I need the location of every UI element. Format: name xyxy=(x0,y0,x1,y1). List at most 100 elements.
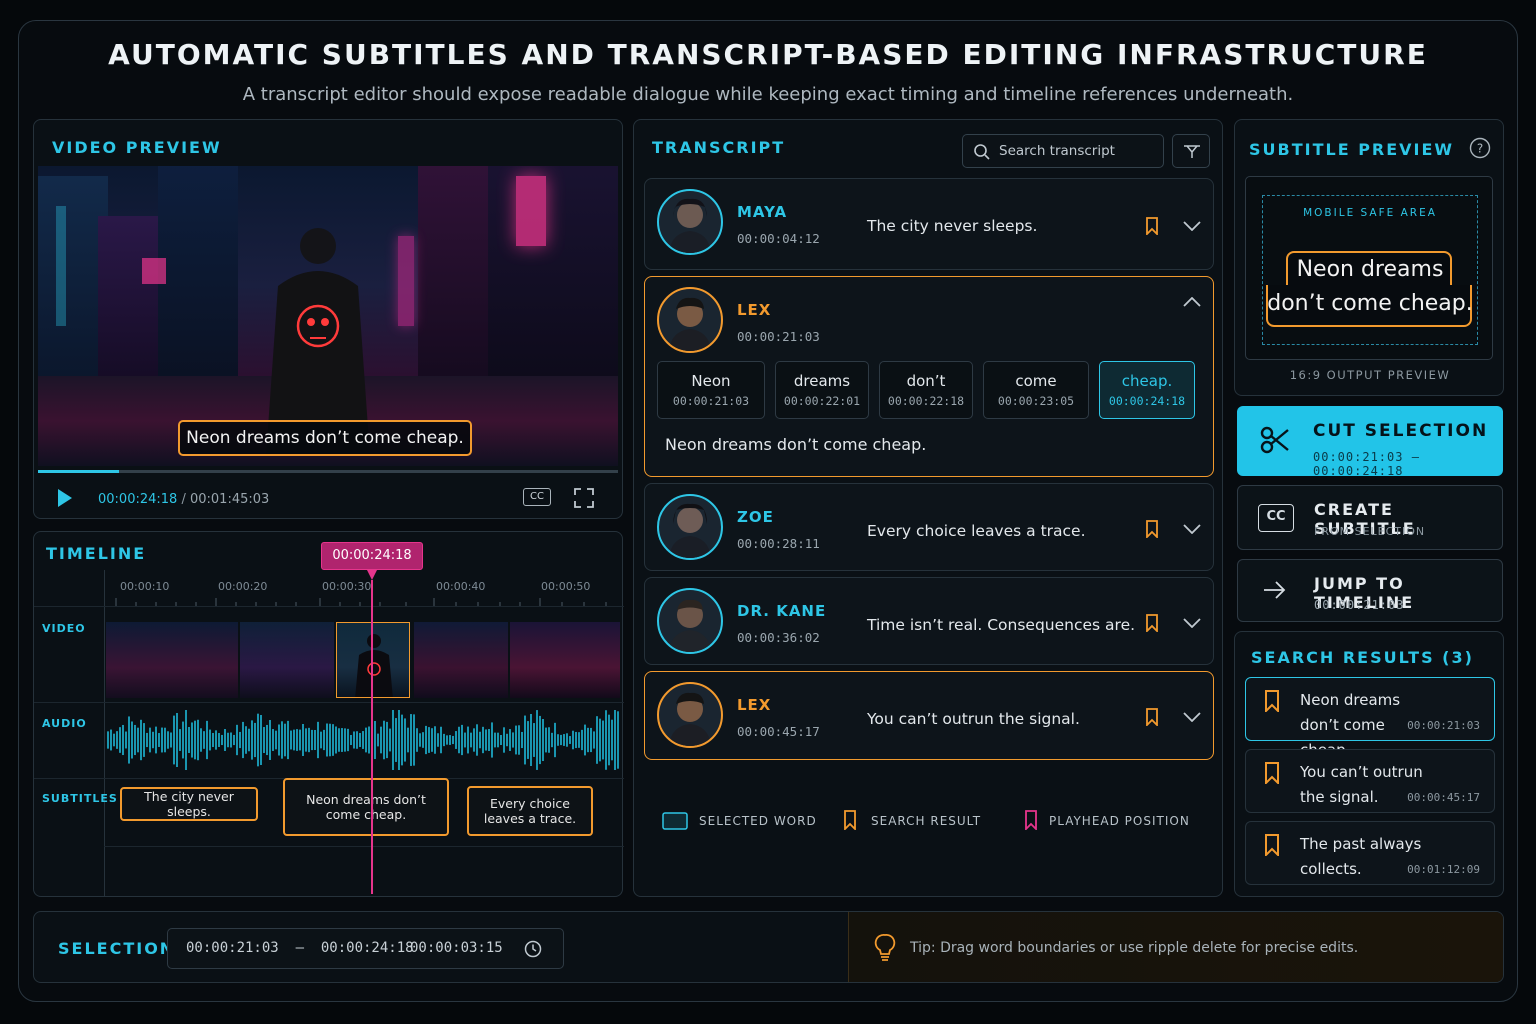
entry-text[interactable]: Time isn’t real. Consequences are. xyxy=(867,616,1135,634)
selection-label: SELECTION xyxy=(58,939,176,958)
search-result-item[interactable]: The past always collects. 00:01:12:09 xyxy=(1245,821,1495,885)
legend-selected-word: SELECTED WORD xyxy=(699,814,817,828)
filter-button[interactable] xyxy=(1172,134,1210,168)
avatar xyxy=(657,189,723,255)
word-chip-selected[interactable]: cheap. 00:00:24:18 xyxy=(1099,361,1195,419)
word-chip[interactable]: dreams 00:00:22:01 xyxy=(775,361,869,419)
subtitle-line-1: Neon dreams xyxy=(1296,257,1444,282)
play-icon[interactable] xyxy=(56,488,74,508)
subtitle-preview-panel: SUBTITLE PREVIEW ? MOBILE SAFE AREA Neon… xyxy=(1234,119,1504,396)
fullscreen-icon[interactable] xyxy=(574,488,594,508)
word-chip[interactable]: don’t 00:00:22:18 xyxy=(879,361,973,419)
chevron-down-icon[interactable] xyxy=(1183,524,1201,534)
search-result-item[interactable]: You can’t outrun the signal. 00:00:45:17 xyxy=(1245,749,1495,813)
page-title: AUTOMATIC SUBTITLES AND TRANSCRIPT-BASED… xyxy=(108,38,1428,71)
bookmark-icon xyxy=(1265,834,1279,856)
playhead-time-badge: 00:00:24:18 xyxy=(321,542,423,570)
timeline-tick: 00:00:30 xyxy=(322,580,372,593)
chevron-down-icon[interactable] xyxy=(1183,712,1201,722)
chevron-up-icon[interactable] xyxy=(1183,297,1201,307)
legend-search-result: SEARCH RESULT xyxy=(871,814,982,828)
track-label-video: VIDEO xyxy=(42,622,86,635)
entry-text[interactable]: You can’t outrun the signal. xyxy=(867,710,1080,728)
clock-icon xyxy=(524,940,542,958)
transcript-title: TRANSCRIPT xyxy=(652,138,786,157)
timeline-tick: 00:00:20 xyxy=(218,580,268,593)
create-subtitle-button[interactable]: CC CREATE SUBTITLE FROM SELECTION xyxy=(1237,485,1503,550)
timeline-ruler[interactable] xyxy=(106,598,622,606)
video-clip-thumb[interactable] xyxy=(510,622,620,698)
search-result-time: 00:01:12:09 xyxy=(1407,863,1480,876)
create-subtitle-sub: FROM SELECTION xyxy=(1314,525,1426,538)
arrow-right-icon xyxy=(1264,581,1286,599)
help-icon[interactable]: ? xyxy=(1469,137,1491,159)
video-clip-thumb[interactable] xyxy=(414,622,508,698)
search-result-time: 00:00:45:17 xyxy=(1407,791,1480,804)
search-results-panel: SEARCH RESULTS (3) Neon dreams don’t com… xyxy=(1234,631,1504,897)
video-frame[interactable]: Neon dreams don’t come cheap. xyxy=(38,166,618,466)
chevron-down-icon[interactable] xyxy=(1183,221,1201,231)
bookmark-icon[interactable] xyxy=(1145,520,1159,538)
cut-selection-button[interactable]: CUT SELECTION 00:00:21:03 – 00:00:24:18 xyxy=(1237,406,1503,478)
avatar xyxy=(657,682,723,748)
subtitle-clip-active[interactable]: Neon dreams don’t come cheap. xyxy=(283,778,449,836)
chevron-down-icon[interactable] xyxy=(1183,618,1201,628)
svg-text:?: ? xyxy=(1477,142,1483,156)
video-clip-thumb[interactable] xyxy=(240,622,334,698)
video-clip-thumb-selected[interactable] xyxy=(336,622,410,698)
video-clip-thumb[interactable] xyxy=(106,622,238,698)
entry-timestamp: 00:00:45:17 xyxy=(737,724,820,739)
search-icon xyxy=(974,144,990,160)
search-result-item-selected[interactable]: Neon dreams don’t come cheap. 00:00:21:0… xyxy=(1245,677,1495,759)
time-separator: / xyxy=(181,492,186,507)
transcript-entry-expanded[interactable]: LEX 00:00:21:03 Neon 00:00:21:03 dreams 00… xyxy=(644,276,1214,477)
track-label-audio: AUDIO xyxy=(42,717,87,730)
subtitle-preview-title: SUBTITLE PREVIEW xyxy=(1249,140,1455,159)
search-input[interactable]: Search transcript xyxy=(962,134,1164,168)
transcript-entry[interactable]: ZOE 00:00:28:11 Every choice leaves a tr… xyxy=(644,483,1214,571)
scissors-icon xyxy=(1260,426,1289,454)
selection-range: 00:00:21:03 – 00:00:24:18 xyxy=(186,940,414,956)
jump-to-timeline-time: 00:00:21:03 xyxy=(1314,598,1405,612)
page-subtitle: A transcript editor should expose readab… xyxy=(242,84,1294,105)
entry-timestamp: 00:00:36:02 xyxy=(737,630,820,645)
audio-waveform[interactable] xyxy=(106,710,622,770)
bookmark-icon[interactable] xyxy=(1145,217,1159,235)
search-results-title: SEARCH RESULTS (3) xyxy=(1251,648,1474,667)
selection-range-field[interactable]: 00:00:21:03 – 00:00:24:18 00:00:03:15 xyxy=(167,928,564,969)
selection-bar: SELECTION 00:00:21:03 – 00:00:24:18 00:0… xyxy=(33,911,1504,983)
timeline-tick: 00:00:10 xyxy=(120,580,170,593)
entry-full-text[interactable]: Neon dreams don’t come cheap. xyxy=(665,435,926,454)
search-result-time: 00:00:21:03 xyxy=(1407,719,1480,732)
timeline-tick: 00:00:40 xyxy=(436,580,486,593)
timeline-panel: TIMELINE 00:00:10 00:00:20 00:00:30 00:0… xyxy=(33,531,624,897)
video-progress-fill xyxy=(38,470,120,473)
entry-text[interactable]: Every choice leaves a trace. xyxy=(867,522,1086,540)
video-scrubber[interactable] xyxy=(38,470,618,473)
cc-toggle-button[interactable]: CC xyxy=(523,488,551,506)
avatar xyxy=(657,287,723,353)
selection-duration: 00:00:03:15 xyxy=(410,940,503,956)
word-chip[interactable]: come 00:00:23:05 xyxy=(983,361,1089,419)
transcript-entry[interactable]: DR. KANE 00:00:36:02 Time isn’t real. Co… xyxy=(644,577,1214,665)
legend-playhead-position: PLAYHEAD POSITION xyxy=(1049,814,1190,828)
entry-text[interactable]: The city never sleeps. xyxy=(867,217,1037,235)
bookmark-icon xyxy=(844,810,856,830)
entry-timestamp: 00:00:04:12 xyxy=(737,231,820,246)
bookmark-icon[interactable] xyxy=(1145,708,1159,726)
subtitle-line-2: don’t come cheap. xyxy=(1267,291,1473,316)
bookmark-icon[interactable] xyxy=(1145,614,1159,632)
cut-selection-range: 00:00:21:03 – 00:00:24:18 xyxy=(1313,450,1420,478)
track-label-subtitles: SUBTITLES xyxy=(42,792,118,805)
transcript-panel: TRANSCRIPT Search transcript MAYA 00:00:… xyxy=(633,119,1223,897)
word-chip[interactable]: Neon 00:00:21:03 xyxy=(657,361,765,419)
playhead-line[interactable] xyxy=(371,580,373,894)
jump-to-timeline-button[interactable]: JUMP TO TIMELINE 00:00:21:03 xyxy=(1237,559,1503,622)
current-time: 00:00:24:18 xyxy=(98,492,178,507)
transcript-entry-highlighted[interactable]: LEX 00:00:45:17 You can’t outrun the sig… xyxy=(644,671,1214,760)
subtitle-clip[interactable]: The city never sleeps. xyxy=(120,787,258,821)
total-duration: 00:01:45:03 xyxy=(189,492,270,507)
subtitle-clip[interactable]: Every choice leaves a trace. xyxy=(467,786,593,836)
safe-area-label: MOBILE SAFE AREA xyxy=(1303,207,1437,219)
transcript-entry[interactable]: MAYA 00:00:04:12 The city never sleeps. xyxy=(644,178,1214,270)
